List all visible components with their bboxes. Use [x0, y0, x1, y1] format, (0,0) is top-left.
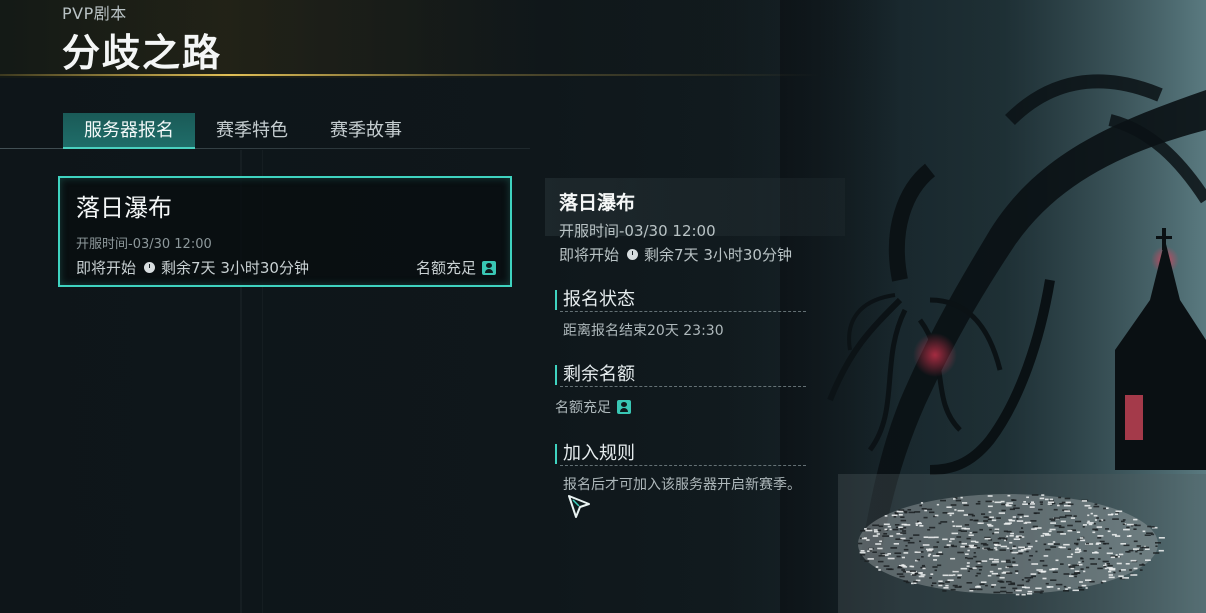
tab-server-signup[interactable]: 服务器报名 [63, 113, 195, 149]
remaining-quota-text: 名额充足 [555, 400, 611, 416]
detail-status-label: 即将开始 [559, 246, 620, 264]
mode-subtitle: PVP剧本 [62, 4, 127, 23]
server-quota: 名额充足 [416, 257, 496, 278]
server-card[interactable]: 落日瀑布 开服时间-03/30 12:00 即将开始 剩余7天 3小时30分钟 … [58, 176, 512, 287]
arrow-cursor-icon [568, 495, 590, 518]
section-heading-join-rules: 加入规则 [555, 444, 813, 464]
game-screen: PVP剧本 分歧之路 服务器报名 赛季特色 赛季故事 落日瀑布 开服时间-03/… [0, 0, 1206, 613]
detail-open-time: 开服时间-03/30 12:00 [559, 222, 716, 240]
section-heading-signup-status: 报名状态 [555, 290, 813, 310]
clock-icon [144, 262, 156, 273]
detail-panel: 落日瀑布 开服时间-03/30 12:00 即将开始 剩余7天 3小时30分钟 … [545, 178, 845, 508]
detail-server-name: 落日瀑布 [559, 192, 636, 214]
clock-icon [627, 249, 639, 260]
page-title: 分歧之路 [62, 31, 223, 75]
remaining-quota-row: 名额充足 [555, 397, 631, 417]
person-badge-icon [617, 400, 631, 414]
server-status: 即将开始 剩余7天 3小时30分钟 [76, 257, 309, 278]
server-open-time: 开服时间-03/30 12:00 [76, 237, 212, 252]
section-heading-remaining-quota: 剩余名额 [555, 365, 813, 385]
tab-season-story[interactable]: 赛季故事 [309, 113, 423, 149]
detail-status: 即将开始 剩余7天 3小时30分钟 [559, 244, 792, 265]
section-divider [560, 311, 806, 312]
signup-status-text: 距离报名结束20天 23:30 [563, 323, 724, 339]
tab-bar: 服务器报名 赛季特色 赛季故事 [63, 113, 423, 149]
server-status-label: 即将开始 [76, 259, 137, 277]
tab-season-features[interactable]: 赛季特色 [195, 113, 309, 149]
detail-remaining-time: 剩余7天 3小时30分钟 [644, 246, 792, 264]
section-divider [560, 465, 806, 466]
join-rules-text: 报名后才可加入该服务器开启新赛季。 [563, 477, 801, 493]
server-quota-label: 名额充足 [415, 259, 476, 277]
static-noise-overlay [838, 474, 1206, 613]
server-name: 落日瀑布 [76, 194, 172, 222]
section-divider [560, 386, 806, 387]
server-remaining-time: 剩余7天 3小时30分钟 [161, 259, 309, 277]
person-badge-icon [482, 260, 496, 275]
